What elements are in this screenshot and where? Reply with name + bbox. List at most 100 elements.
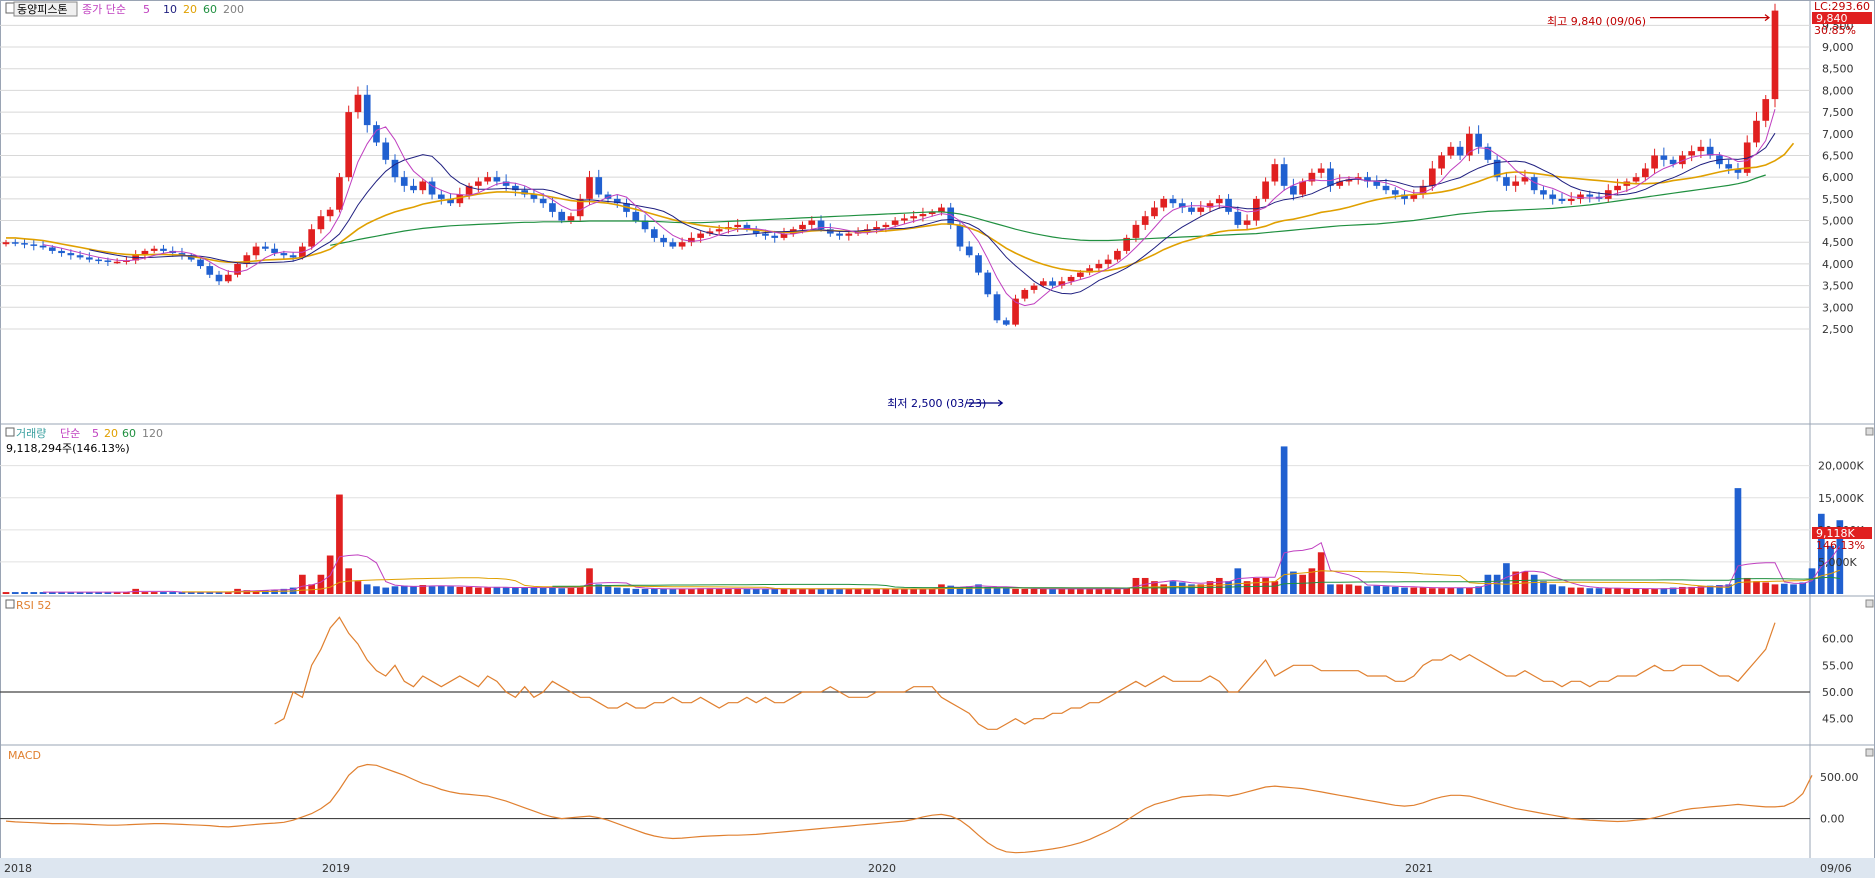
volume-bar-down	[1364, 586, 1371, 594]
volume-bar-up	[1141, 577, 1149, 594]
rsi-tick-label: 45.00	[1822, 713, 1854, 726]
candle-down	[1002, 320, 1010, 325]
candle-down	[1540, 190, 1547, 195]
candle-down	[1225, 198, 1232, 212]
volume-bar-up	[1447, 587, 1455, 594]
volume-bar-down	[836, 588, 843, 594]
candle-down	[539, 198, 547, 204]
volume-bar-down	[428, 586, 436, 594]
volume-bar-down	[400, 585, 408, 594]
rsi-toggle-icon[interactable]	[5, 599, 15, 609]
candle-down	[993, 294, 1001, 321]
volume-bar-up	[864, 588, 871, 594]
volume-bar-up	[780, 588, 788, 594]
candle-down	[984, 272, 992, 295]
candle-down	[382, 142, 390, 160]
candle-up	[1567, 198, 1575, 202]
candle-up	[1030, 285, 1038, 290]
volume-bar-down	[530, 587, 538, 594]
volume-bar-up	[854, 588, 862, 594]
volume-bar-up	[1345, 584, 1353, 594]
volume-bar-down	[762, 588, 769, 594]
volume-bar-down	[1391, 586, 1399, 594]
candle-down	[104, 260, 112, 262]
rsi-panel-menu-icon[interactable]	[1865, 599, 1874, 608]
volume-bar-up	[1354, 585, 1362, 594]
volume-bar-up	[1410, 587, 1418, 594]
candle-up	[1753, 120, 1760, 143]
candle-down	[1327, 168, 1334, 186]
candle-up	[354, 94, 362, 113]
volume-bar-up	[882, 588, 890, 594]
volume-bar-up	[789, 588, 797, 594]
candle-down	[836, 233, 843, 236]
candle-up	[845, 233, 853, 236]
candle-up	[910, 216, 917, 219]
volume-tick-label: 15,000K	[1818, 492, 1864, 505]
volume-bar-down	[437, 585, 445, 594]
volume-bar-down	[512, 587, 519, 594]
candle-down	[289, 255, 297, 258]
volume-bar-down	[660, 588, 667, 594]
chart-canvas[interactable]: 9,5009,0008,5008,0007,5007,0006,5006,000…	[0, 0, 1875, 878]
volume-bar-up	[336, 494, 343, 594]
candle-up	[113, 261, 121, 264]
candle-up	[1262, 181, 1269, 199]
candle-up	[1771, 10, 1779, 100]
candle-down	[632, 211, 640, 221]
candle-up	[734, 224, 742, 228]
volume-bar-up	[299, 574, 306, 594]
volume-bar-up	[1651, 588, 1658, 594]
volume-bar-down	[1002, 588, 1010, 594]
volume-toggle-icon[interactable]	[5, 427, 15, 437]
candle-up	[1697, 146, 1705, 152]
volume-bar-up	[2, 592, 10, 594]
volume-bar-up	[456, 586, 464, 594]
volume-bar-up	[1567, 587, 1575, 594]
volume-bar-down	[604, 586, 612, 594]
candle-up	[1067, 276, 1075, 282]
price-tick-label: 3,000	[1822, 301, 1854, 314]
volume-bar-down	[826, 588, 834, 594]
candle-up	[1447, 146, 1455, 156]
candle-down	[76, 255, 84, 258]
candle-down	[650, 229, 658, 238]
volume-bar-down	[1290, 571, 1297, 594]
volume-bar-up	[1104, 588, 1112, 594]
volume-bar-down	[1373, 585, 1381, 594]
volume-bar-down	[1540, 581, 1547, 594]
candle-up	[1160, 198, 1168, 208]
ma10-period: 10	[163, 3, 177, 16]
candle-down	[1503, 177, 1510, 186]
volume-bar-down	[623, 588, 630, 594]
volume-bar-up	[141, 592, 149, 594]
volume-bar-down	[752, 588, 760, 594]
candle-down	[271, 248, 278, 254]
price-tick-label: 9,000	[1822, 41, 1854, 54]
volume-bar-down	[11, 592, 19, 594]
volume-panel-menu-icon[interactable]	[1865, 427, 1874, 436]
volume-bar-up	[845, 588, 853, 594]
macd-panel-menu-icon[interactable]	[1865, 748, 1874, 757]
volume-bar-down	[558, 588, 566, 594]
rsi-tick-label: 60.00	[1822, 633, 1854, 646]
candle-up	[317, 216, 325, 230]
candle-up	[1077, 272, 1084, 277]
volume-bar-up	[1642, 588, 1649, 594]
volume-bar-up	[1039, 588, 1047, 594]
x-label-2021: 2021	[1405, 862, 1433, 875]
candle-down	[39, 245, 47, 248]
volume-bar-down	[1456, 587, 1464, 594]
volume-bar-up	[808, 588, 816, 594]
x-axis-bar	[0, 858, 1875, 878]
volume-bar-up	[465, 586, 473, 594]
volume-bar-down	[447, 586, 454, 594]
volume-bar-down	[521, 587, 528, 594]
volume-bar-up	[901, 588, 908, 594]
volume-bar-up	[799, 588, 806, 594]
candle-down	[215, 274, 223, 282]
volume-bar-up	[1077, 588, 1084, 594]
volume-current-pct: 146.13%	[1816, 539, 1865, 552]
candle-down	[965, 246, 973, 256]
volume-bar-up	[715, 588, 723, 594]
